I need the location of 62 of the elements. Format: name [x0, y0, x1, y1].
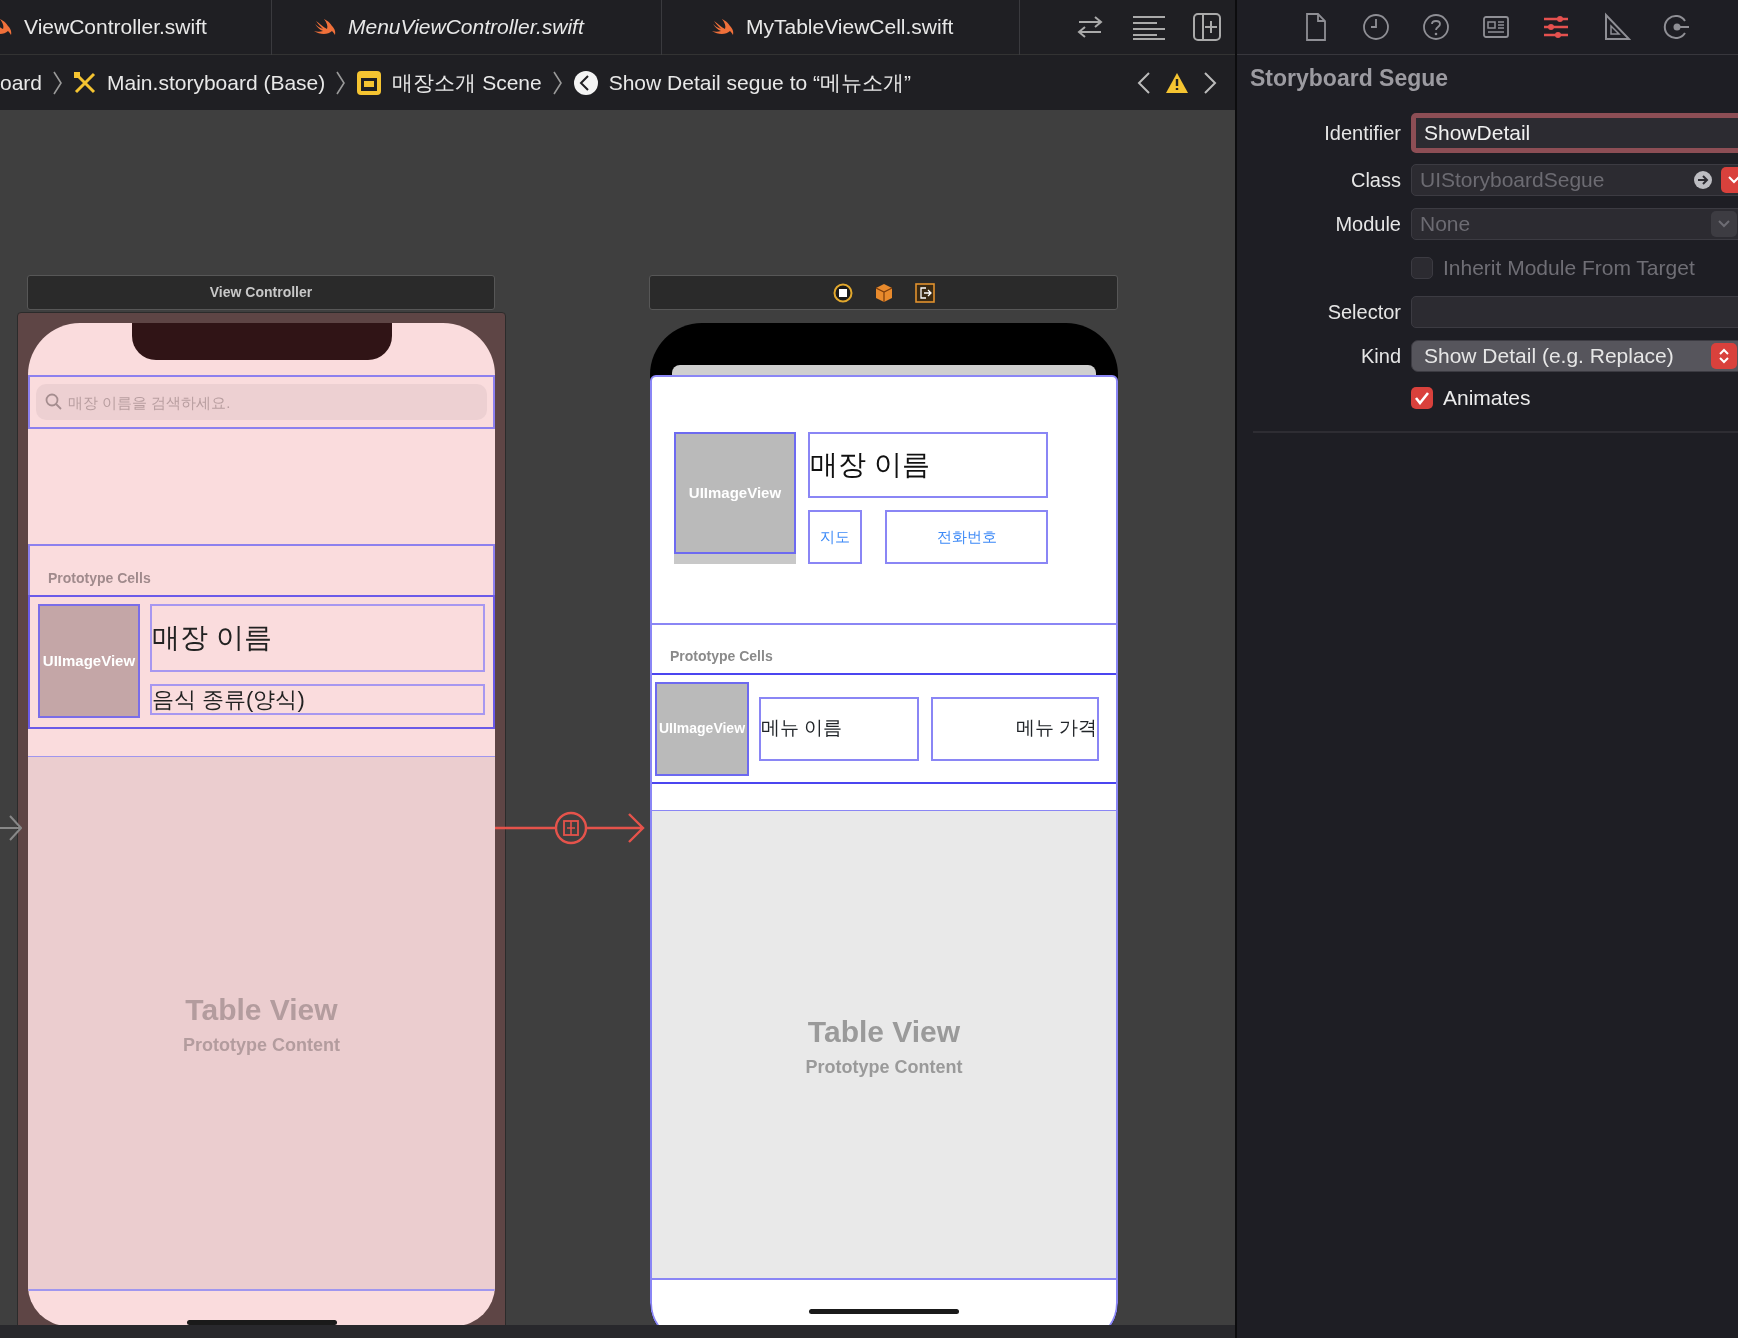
- table-cell[interactable]: UIImageView 매장 이름 음식 종류(양식): [28, 595, 495, 729]
- chevron-icon: [1728, 176, 1738, 184]
- table-view-subtitle: Prototype Content: [183, 1034, 340, 1057]
- chevron-icon: [1718, 220, 1730, 228]
- swap-arrows-icon[interactable]: [1075, 14, 1105, 40]
- text-input[interactable]: None: [1418, 207, 1711, 241]
- scene-title-bar[interactable]: [649, 275, 1118, 310]
- image-view: UIImageView: [655, 681, 749, 776]
- editor-tab[interactable]: ViewController.swift: [0, 0, 272, 55]
- field-label: Selector: [1326, 300, 1401, 325]
- image-view: UIImageView: [38, 604, 140, 718]
- section-header: Prototype Cells: [48, 569, 151, 588]
- back-circle-icon: [572, 69, 599, 96]
- scene-title: View Controller: [209, 283, 313, 302]
- module-field[interactable]: None: [1411, 208, 1738, 240]
- name-label: 매장 이름: [808, 432, 1048, 498]
- table-view-title: Table View: [807, 1013, 961, 1050]
- section-header: Prototype Cells: [670, 647, 773, 666]
- table-view-subtitle: Prototype Content: [805, 1055, 963, 1079]
- field-label: Module: [1334, 212, 1401, 237]
- menu-price-label: 메뉴 가격: [931, 696, 1099, 761]
- breadcrumb-item[interactable]: 매장소개 Scene: [356, 66, 542, 99]
- cube-icon[interactable]: [874, 282, 893, 303]
- selector-field[interactable]: [1411, 296, 1738, 328]
- checkbox[interactable]: [1411, 387, 1433, 409]
- stepper-icon[interactable]: [1711, 343, 1737, 369]
- clock-icon[interactable]: [1361, 12, 1391, 42]
- field-label: Class: [1350, 168, 1401, 193]
- menu-name-label: 메뉴 이름: [759, 696, 919, 761]
- chevron-icon: [551, 70, 563, 95]
- identifier-field[interactable]: ShowDetail: [1411, 113, 1738, 153]
- editor-tab[interactable]: MyTableViewCell.swift: [662, 0, 1020, 55]
- breadcrumb-item[interactable]: Main.storyboard (Base): [73, 66, 326, 99]
- warning-icon[interactable]: [1165, 71, 1189, 94]
- text-input[interactable]: ShowDetail: [1422, 116, 1733, 150]
- text-input[interactable]: UIStoryboardSegue: [1418, 163, 1693, 197]
- help-icon[interactable]: [1421, 12, 1451, 42]
- scene-icon: [356, 69, 383, 96]
- table-view-title: Table View: [185, 992, 338, 1028]
- scene-title-bar[interactable]: View Controller: [27, 275, 495, 310]
- kind-popup[interactable]: Show Detail (e.g. Replace): [1411, 340, 1738, 372]
- entry-arrow-icon: [0, 813, 22, 843]
- add-editor-icon[interactable]: [1193, 13, 1221, 41]
- checkbox-label: Inherit Module From Target: [1443, 255, 1695, 282]
- crossed-tools-icon: [73, 70, 98, 95]
- class-field[interactable]: UIStoryboardSegue: [1411, 164, 1738, 196]
- arrow-circle-icon[interactable]: [1661, 12, 1691, 42]
- checkbox-label: Animates: [1443, 385, 1531, 412]
- breadcrumb-item[interactable]: Show Detail segue to “메뉴소개”: [572, 66, 911, 99]
- field-label: Kind: [1359, 344, 1401, 369]
- category-label: 음식 종류(양식): [150, 684, 485, 715]
- chevron-icon: [335, 70, 347, 95]
- lines-icon[interactable]: [1131, 14, 1167, 40]
- chevron-icon: [52, 70, 64, 95]
- name-label: 매장 이름: [150, 604, 485, 672]
- section-title: Storyboard Segue: [1249, 64, 1450, 93]
- editor-tab[interactable]: MenuViewController.swift: [272, 0, 662, 55]
- table-cell[interactable]: UIImageView 메뉴 이름 메뉴 가격: [652, 673, 1116, 784]
- breadcrumb-item[interactable]: oard: [0, 66, 43, 99]
- exit-icon[interactable]: [914, 282, 935, 303]
- controller-icon[interactable]: [832, 282, 853, 303]
- field-label: Identifier: [1323, 121, 1401, 146]
